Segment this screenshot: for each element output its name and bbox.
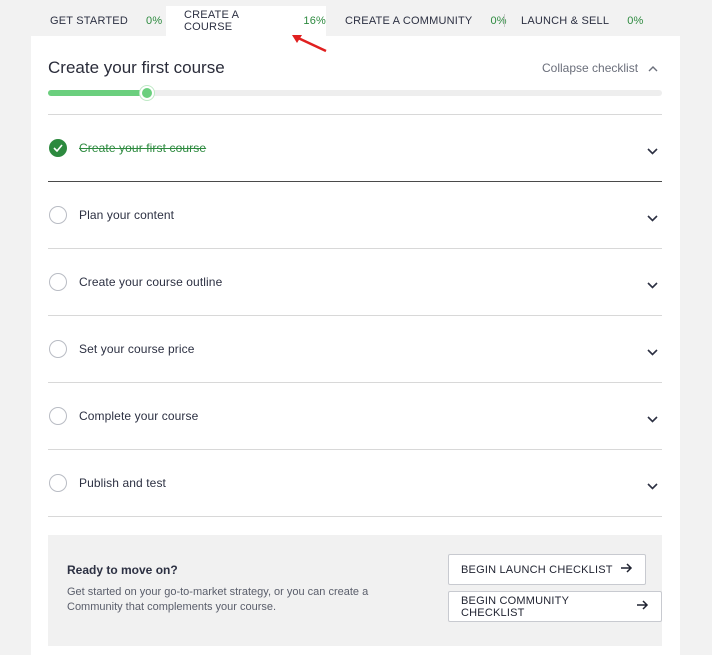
checklist-tabs: GET STARTED 0% CREATE A COURSE 16% CREAT… bbox=[0, 0, 712, 36]
chevron-down-icon[interactable] bbox=[647, 410, 658, 428]
list-divider bbox=[48, 516, 662, 517]
page-title: Create your first course bbox=[48, 58, 225, 77]
tab-label: LAUNCH & SELL bbox=[521, 15, 610, 27]
list-item[interactable]: Complete your course bbox=[48, 382, 662, 449]
item-label: Create your course outline bbox=[79, 275, 223, 289]
tab-launch-and-sell[interactable]: LAUNCH & SELL 0% bbox=[521, 6, 644, 36]
begin-launch-checklist-button[interactable]: BEGIN LAUNCH CHECKLIST bbox=[448, 554, 646, 585]
cta-heading: Ready to move on? bbox=[67, 563, 178, 577]
chevron-up-icon bbox=[648, 61, 658, 75]
empty-circle-icon bbox=[49, 206, 67, 224]
collapse-checklist-button[interactable]: Collapse checklist bbox=[542, 61, 658, 75]
collapse-label: Collapse checklist bbox=[542, 61, 639, 75]
tab-label: CREATE A COURSE bbox=[184, 9, 239, 33]
item-label: Complete your course bbox=[79, 409, 199, 423]
progress-bar bbox=[48, 86, 662, 100]
list-item[interactable]: Create your first course bbox=[48, 114, 662, 181]
arrow-right-icon bbox=[620, 563, 633, 576]
tab-create-a-community[interactable]: CREATE A COMMUNITY 0% bbox=[345, 6, 507, 36]
tab-percent: 0% bbox=[627, 15, 644, 27]
tab-percent: 0% bbox=[146, 15, 163, 27]
item-label: Set your course price bbox=[79, 342, 195, 356]
chevron-down-icon[interactable] bbox=[647, 343, 658, 361]
chevron-down-icon[interactable] bbox=[647, 477, 658, 495]
empty-circle-icon bbox=[49, 407, 67, 425]
item-label: Publish and test bbox=[79, 476, 166, 490]
checklist-panel: Create your first course Collapse checkl… bbox=[31, 36, 680, 655]
list-item[interactable]: Create your course outline bbox=[48, 248, 662, 315]
next-steps-card: Ready to move on? Get started on your go… bbox=[48, 535, 662, 646]
tab-percent: 16% bbox=[303, 15, 326, 27]
progress-handle bbox=[140, 86, 154, 100]
tab-label: GET STARTED bbox=[50, 15, 128, 27]
check-circle-icon bbox=[49, 139, 67, 157]
tab-divider bbox=[504, 14, 505, 27]
checklist-items: Create your first course Plan your conte… bbox=[48, 114, 662, 517]
list-item[interactable]: Plan your content bbox=[48, 181, 662, 248]
chevron-down-icon[interactable] bbox=[647, 276, 658, 294]
item-label: Plan your content bbox=[79, 208, 175, 222]
annotation-arrow-icon bbox=[292, 35, 327, 53]
empty-circle-icon bbox=[49, 273, 67, 291]
empty-circle-icon bbox=[49, 474, 67, 492]
empty-circle-icon bbox=[49, 340, 67, 358]
progress-fill bbox=[48, 90, 146, 96]
arrow-right-icon bbox=[637, 600, 649, 613]
list-item[interactable]: Set your course price bbox=[48, 315, 662, 382]
list-item[interactable]: Publish and test bbox=[48, 449, 662, 516]
button-label: BEGIN COMMUNITY CHECKLIST bbox=[461, 594, 569, 619]
tab-get-started[interactable]: GET STARTED 0% bbox=[50, 6, 162, 36]
begin-community-checklist-button[interactable]: BEGIN COMMUNITY CHECKLIST bbox=[448, 591, 662, 622]
chevron-down-icon[interactable] bbox=[647, 142, 658, 160]
tab-label: CREATE A COMMUNITY bbox=[345, 15, 473, 27]
chevron-down-icon[interactable] bbox=[647, 209, 658, 227]
button-label: BEGIN LAUNCH CHECKLIST bbox=[461, 563, 613, 576]
cta-description: Get started on your go-to-market strateg… bbox=[67, 586, 369, 613]
item-label: Create your first course bbox=[79, 141, 207, 155]
